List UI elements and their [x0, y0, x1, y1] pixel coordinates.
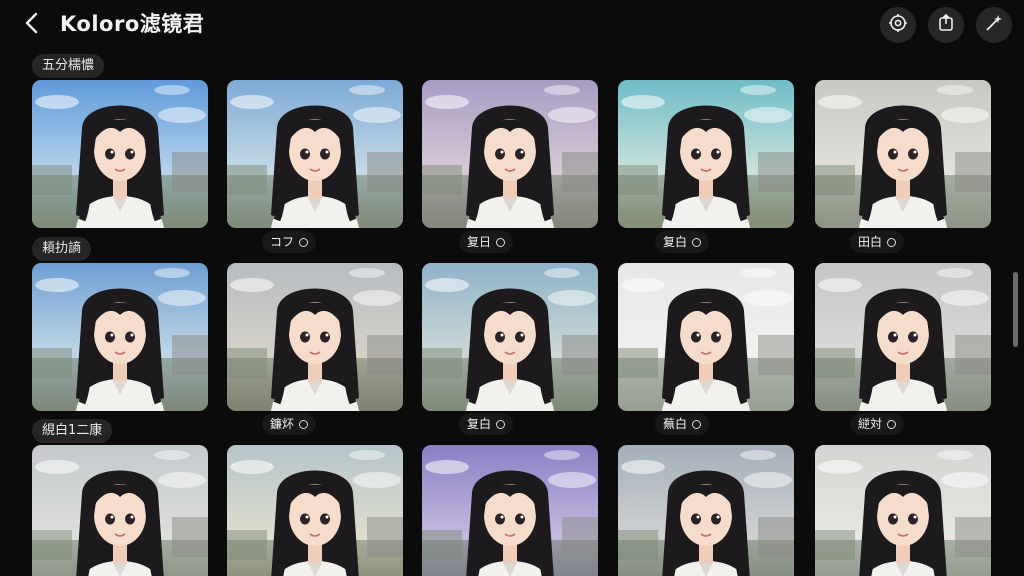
section-label: 五分檽憹 [32, 54, 105, 78]
back-arrow-icon[interactable] [20, 10, 46, 36]
filter-settings-button[interactable] [880, 7, 916, 43]
filter-thumbnail[interactable] [422, 263, 598, 411]
filter-name-label[interactable]: コフ [262, 231, 317, 253]
filter-name-label[interactable]: 蕪白 [655, 413, 710, 435]
favorite-dot-icon [887, 237, 897, 247]
page-title: Koloro滤镜君 [60, 12, 205, 36]
filter-thumbnail[interactable] [32, 80, 208, 228]
filter-thumbnail[interactable] [422, 445, 598, 576]
filter-thumbnail[interactable] [815, 445, 991, 576]
favorite-dot-icon [692, 419, 702, 429]
filter-thumbnail[interactable] [227, 445, 403, 576]
portrait-image [32, 80, 208, 228]
filter-thumbnail[interactable] [227, 263, 403, 411]
filter-settings-icon [888, 13, 908, 37]
filter-name-label[interactable]: 复白 [655, 231, 710, 253]
filter-thumbnail[interactable] [422, 80, 598, 228]
portrait-image [32, 445, 208, 576]
portrait-image [618, 80, 794, 228]
portrait-image [227, 80, 403, 228]
filter-thumbnail[interactable] [618, 263, 794, 411]
filter-thumbnail[interactable] [618, 445, 794, 576]
favorite-dot-icon [496, 419, 506, 429]
portrait-image [32, 263, 208, 411]
favorite-dot-icon [299, 237, 309, 247]
filter-name-label[interactable]: 复白 [459, 413, 514, 435]
filter-name-label[interactable]: 鐮炋 [262, 413, 317, 435]
favorite-dot-icon [887, 419, 897, 429]
filter-thumbnail[interactable] [815, 80, 991, 228]
filter-name-label[interactable]: 田白 [850, 231, 905, 253]
portrait-image [422, 80, 598, 228]
magic-wand-icon [984, 13, 1004, 37]
portrait-image [227, 263, 403, 411]
export-button[interactable] [928, 7, 964, 43]
portrait-image [618, 263, 794, 411]
export-icon [936, 13, 956, 37]
magic-wand-button[interactable] [976, 7, 1012, 43]
filter-thumbnail[interactable] [32, 445, 208, 576]
filter-name-label[interactable]: 复日 [459, 231, 514, 253]
portrait-image [815, 263, 991, 411]
filter-name-label[interactable]: 縌対 [850, 413, 905, 435]
filter-thumbnail[interactable] [227, 80, 403, 228]
favorite-dot-icon [692, 237, 702, 247]
portrait-image [618, 445, 794, 576]
top-bar: Koloro滤镜君 [0, 0, 1024, 50]
portrait-image [422, 445, 598, 576]
section-label: 頛扐謪 [32, 237, 92, 261]
filter-thumbnail[interactable] [618, 80, 794, 228]
scrollbar[interactable] [1013, 272, 1018, 347]
portrait-image [422, 263, 598, 411]
favorite-dot-icon [299, 419, 309, 429]
favorite-dot-icon [496, 237, 506, 247]
section-label: 絸白1二康 [32, 419, 113, 443]
filter-thumbnail[interactable] [32, 263, 208, 411]
filter-thumbnail[interactable] [815, 263, 991, 411]
portrait-image [815, 445, 991, 576]
portrait-image [815, 80, 991, 228]
portrait-image [227, 445, 403, 576]
